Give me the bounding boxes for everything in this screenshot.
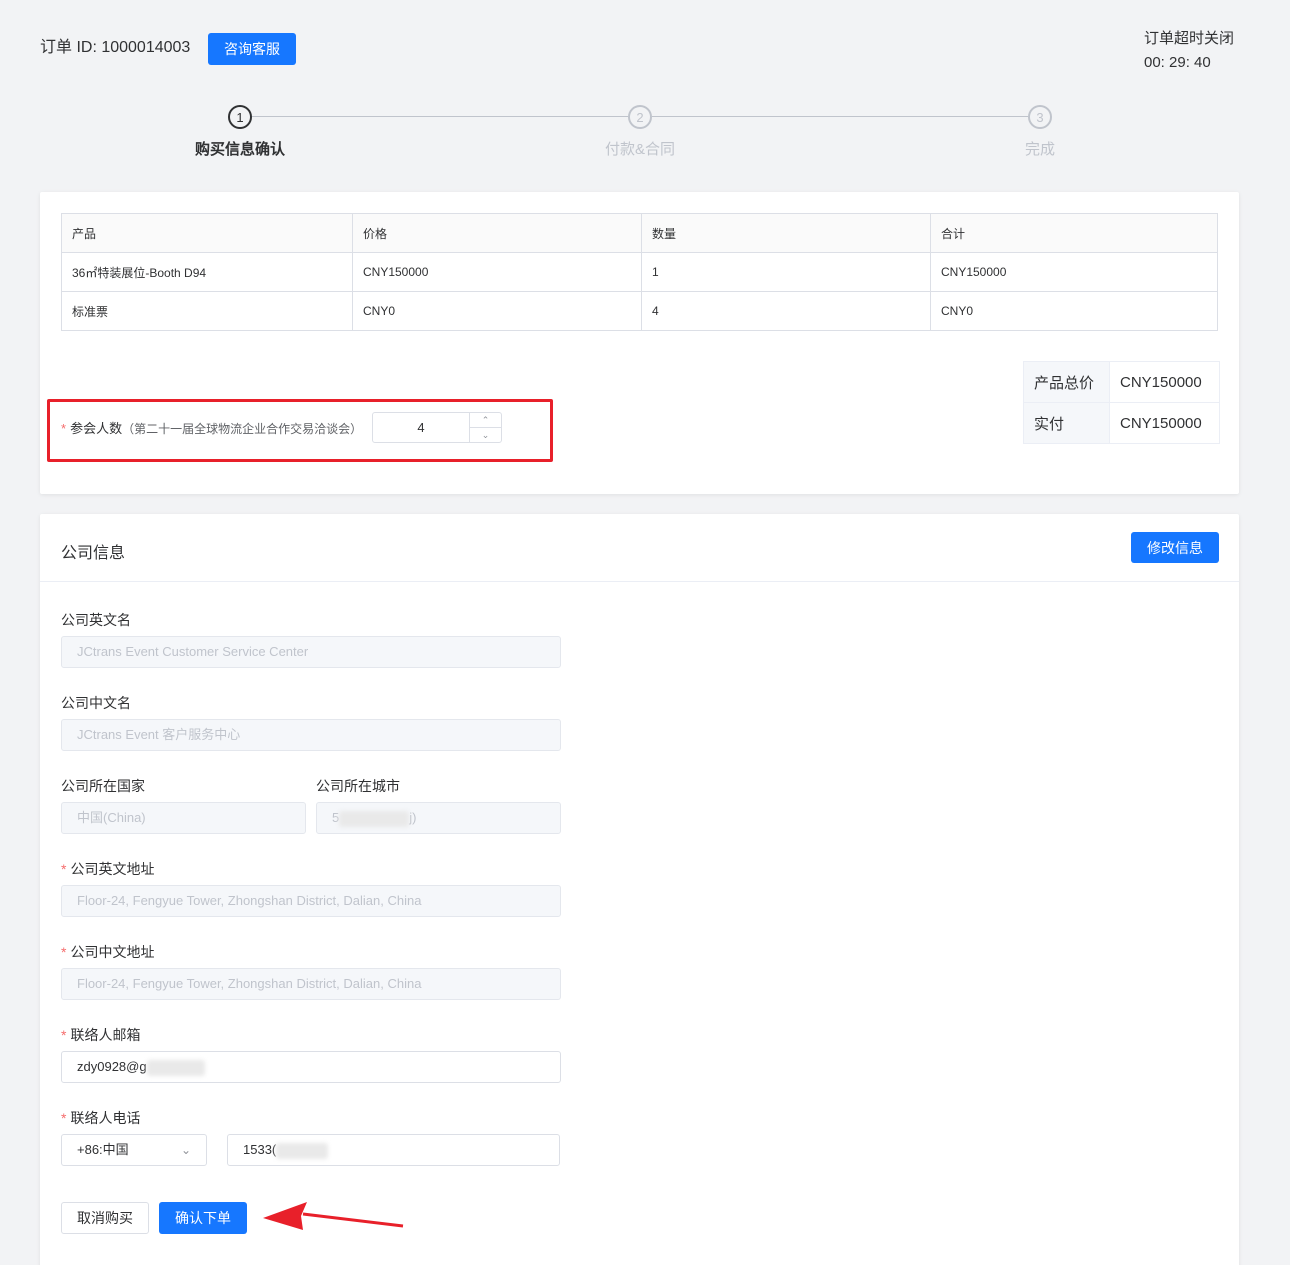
table-row: 标准票 CNY0 4 CNY0 bbox=[61, 291, 1218, 331]
cell-product: 36㎡特装展位-Booth D94 bbox=[61, 252, 353, 292]
contact-phone-field[interactable]: 1533( bbox=[227, 1134, 560, 1166]
step-2-label: 付款&合同 bbox=[604, 141, 675, 158]
totals-row: 产品总价 CNY150000 bbox=[1023, 361, 1220, 403]
company-card-header: 公司信息 修改信息 bbox=[40, 514, 1239, 582]
confirm-order-button[interactable]: 确认下单 bbox=[159, 1202, 247, 1234]
chevron-up-icon[interactable]: ⌃ bbox=[470, 413, 501, 428]
step-connector bbox=[652, 116, 1028, 117]
column-header-price: 价格 bbox=[352, 213, 642, 253]
email-label-text: 联络人邮箱 bbox=[70, 1027, 141, 1043]
cancel-purchase-button[interactable]: 取消购买 bbox=[61, 1202, 149, 1234]
city-value-end: j) bbox=[409, 810, 417, 825]
paid-value: CNY150000 bbox=[1109, 402, 1220, 444]
cell-subtotal: CNY0 bbox=[930, 291, 1218, 331]
order-id-label: 订单 ID: 1000014003 bbox=[40, 39, 191, 56]
red-arrow-annotation bbox=[263, 1202, 404, 1230]
required-mark: * bbox=[61, 421, 67, 436]
column-header-quantity: 数量 bbox=[641, 213, 931, 253]
city-value-start: 5 bbox=[332, 810, 340, 825]
totals-table: 产品总价 CNY150000 实付 CNY150000 bbox=[1023, 361, 1220, 444]
cell-quantity: 4 bbox=[641, 291, 931, 331]
en-address-label-text: 公司英文地址 bbox=[70, 861, 155, 877]
required-mark: * bbox=[61, 944, 67, 960]
company-country-field[interactable]: 中国(China) bbox=[61, 802, 306, 834]
step-2-circle: 2 bbox=[628, 105, 652, 129]
cell-product: 标准票 bbox=[61, 291, 353, 331]
company-cn-name-field[interactable]: JCtrans Event 客户服务中心 bbox=[61, 719, 561, 751]
required-mark: * bbox=[61, 1110, 67, 1126]
attendee-label-text: 参会人数 bbox=[70, 421, 123, 436]
company-city-field[interactable]: 5 j) bbox=[316, 802, 561, 834]
required-mark: * bbox=[61, 861, 67, 877]
timeout-label: 订单超时关闭 bbox=[1144, 30, 1235, 47]
column-header-product: 产品 bbox=[61, 213, 353, 253]
attendee-count-stepper[interactable]: 4 ⌃ ⌄ bbox=[372, 412, 502, 443]
cell-subtotal: CNY150000 bbox=[930, 252, 1218, 292]
purchase-info-card: 产品 价格 数量 合计 36㎡特装展位-Booth D94 CNY150000 … bbox=[40, 192, 1239, 494]
contact-email-label: * 联络人邮箱 bbox=[61, 1025, 140, 1045]
edit-info-button[interactable]: 修改信息 bbox=[1131, 532, 1219, 563]
timeout-countdown: 00: 29: 40 bbox=[1144, 54, 1211, 71]
company-info-title: 公司信息 bbox=[61, 545, 126, 562]
table-header-row: 产品 价格 数量 合计 bbox=[61, 213, 1218, 253]
cell-price: CNY150000 bbox=[352, 252, 642, 292]
cell-quantity: 1 bbox=[641, 252, 931, 292]
company-cn-address-label: * 公司中文地址 bbox=[61, 942, 154, 962]
company-en-address-label: * 公司英文地址 bbox=[61, 859, 154, 879]
phone-value: 1533( bbox=[243, 1142, 277, 1157]
company-info-card: 公司信息 修改信息 公司英文名 JCtrans Event Customer S… bbox=[40, 514, 1239, 1265]
cell-price: CNY0 bbox=[352, 291, 642, 331]
attendee-event-note: （第二十一届全球物流企业合作交易洽谈会） bbox=[122, 422, 363, 436]
step-1-circle: 1 bbox=[228, 105, 252, 129]
chevron-down-icon[interactable]: ⌄ bbox=[470, 428, 501, 442]
email-value: zdy0928@g bbox=[77, 1059, 147, 1074]
redacted-blur bbox=[339, 810, 410, 827]
cn-address-label-text: 公司中文地址 bbox=[70, 944, 155, 960]
phone-country-code-select[interactable]: +86:中国 ⌄ bbox=[61, 1134, 207, 1166]
company-en-name-label: 公司英文名 bbox=[61, 612, 131, 628]
attendee-count-input[interactable]: 4 bbox=[373, 413, 469, 442]
paid-label: 实付 bbox=[1023, 402, 1110, 444]
phone-code-value: +86:中国 bbox=[77, 1142, 129, 1157]
contact-phone-label: * 联络人电话 bbox=[61, 1108, 140, 1128]
step-3-circle: 3 bbox=[1028, 105, 1052, 129]
total-price-value: CNY150000 bbox=[1109, 361, 1220, 403]
company-en-address-field[interactable]: Floor-24, Fengyue Tower, Zhongshan Distr… bbox=[61, 885, 561, 917]
company-cn-address-field[interactable]: Floor-24, Fengyue Tower, Zhongshan Distr… bbox=[61, 968, 561, 1000]
company-city-label: 公司所在城市 bbox=[316, 778, 400, 794]
total-price-label: 产品总价 bbox=[1023, 361, 1110, 403]
redacted-blur bbox=[276, 1142, 329, 1159]
company-cn-name-label: 公司中文名 bbox=[61, 695, 131, 711]
consult-service-button[interactable]: 咨询客服 bbox=[208, 33, 296, 65]
column-header-subtotal: 合计 bbox=[930, 213, 1218, 253]
totals-row: 实付 CNY150000 bbox=[1023, 402, 1220, 444]
step-3-label: 完成 bbox=[1024, 141, 1055, 158]
order-timeout: 订单超时关闭 00: 29: 40 bbox=[1144, 27, 1234, 75]
step-connector bbox=[252, 116, 628, 117]
contact-email-field[interactable]: zdy0928@g bbox=[61, 1051, 561, 1083]
company-en-name-field[interactable]: JCtrans Event Customer Service Center bbox=[61, 636, 561, 668]
phone-label-text: 联络人电话 bbox=[70, 1110, 141, 1126]
step-1-label: 购买信息确认 bbox=[194, 141, 285, 158]
redacted-blur bbox=[146, 1059, 205, 1076]
table-row: 36㎡特装展位-Booth D94 CNY150000 1 CNY150000 bbox=[61, 252, 1218, 292]
required-mark: * bbox=[61, 1027, 67, 1043]
chevron-down-icon: ⌄ bbox=[180, 1143, 191, 1157]
company-country-label: 公司所在国家 bbox=[61, 778, 145, 794]
attendee-count-label: * 参会人数（第二十一届全球物流企业合作交易洽谈会） bbox=[61, 418, 362, 437]
products-table: 产品 价格 数量 合计 36㎡特装展位-Booth D94 CNY150000 … bbox=[61, 213, 1218, 331]
